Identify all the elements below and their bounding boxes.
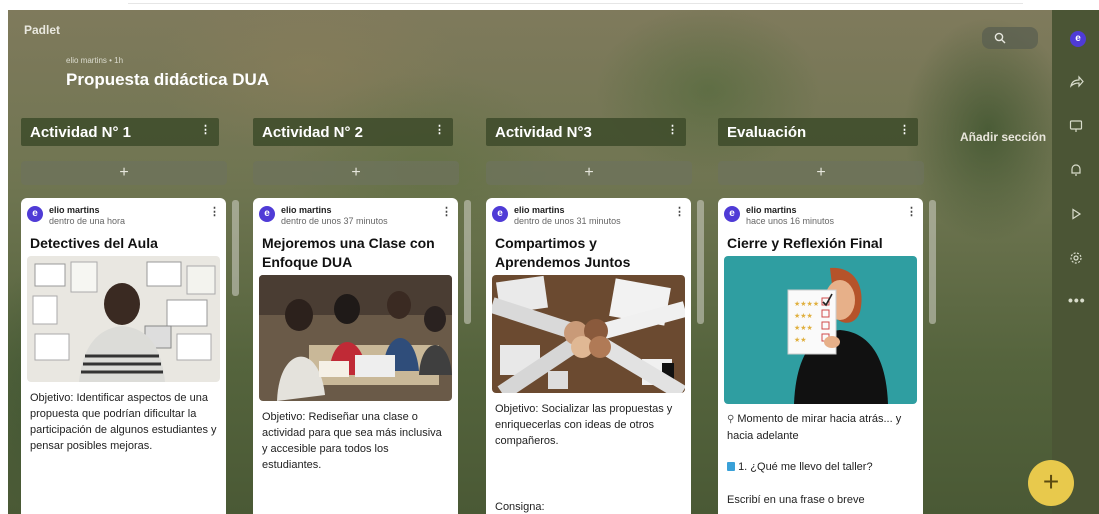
gear-icon[interactable]	[1068, 250, 1084, 266]
add-post-fab[interactable]: +	[1028, 460, 1074, 506]
post-title: Mejoremos una Clase con Enfoque DUA	[262, 235, 435, 270]
post-author: elio martins	[746, 205, 797, 215]
divider	[128, 3, 1023, 4]
column-title: Actividad N°3	[495, 124, 592, 141]
svg-text:★★★★: ★★★★	[794, 300, 819, 308]
column-scrollbar[interactable]	[464, 200, 471, 324]
column-title: Evaluación	[727, 124, 807, 141]
column-title: Actividad N° 1	[30, 124, 132, 141]
post-time: dentro de unos 31 minutos	[514, 216, 621, 226]
browser-top-strip	[0, 0, 1099, 8]
more-icon[interactable]: •••	[1068, 292, 1085, 308]
post-body-block: ⚲ Momento de mirar hacia atrás... y haci…	[727, 411, 915, 444]
post-author: elio martins	[514, 205, 565, 215]
post-time: dentro de una hora	[49, 216, 126, 226]
column-header-3[interactable]: Actividad N°3 ⋮	[486, 118, 686, 146]
add-post-button[interactable]: +	[486, 161, 692, 185]
book-icon	[727, 462, 735, 471]
post-list-item: 1. ¿Qué me llevo del taller?	[727, 459, 915, 475]
add-post-button[interactable]: +	[21, 161, 227, 185]
post-author: elio martins	[281, 205, 332, 215]
post-extra-text: Consigna:	[495, 501, 545, 513]
svg-text:★★★: ★★★	[794, 312, 813, 320]
post-menu-icon[interactable]: ⋮	[441, 205, 452, 218]
avatar: e	[259, 206, 275, 222]
column-scrollbar[interactable]	[232, 200, 239, 296]
avatar: e	[724, 206, 740, 222]
column-header-1[interactable]: Actividad N° 1 ⋮	[21, 118, 219, 146]
padlet-logo[interactable]: Padlet	[24, 23, 60, 37]
add-post-button[interactable]: +	[718, 161, 924, 185]
post-image[interactable]	[27, 256, 220, 382]
post-time: dentro de unos 37 minutos	[281, 216, 388, 226]
column-menu-icon[interactable]: ⋮	[434, 123, 445, 136]
search-icon	[994, 32, 1006, 44]
bell-icon[interactable]	[1068, 162, 1084, 178]
add-post-button[interactable]: +	[253, 161, 459, 185]
post-title: Compartimos y Aprendemos Juntos	[495, 235, 631, 270]
post-card[interactable]: e elio martins dentro de unos 37 minutos…	[253, 198, 458, 514]
post-body: Momento de mirar hacia atrás... y hacia …	[727, 413, 902, 442]
post-menu-icon[interactable]: ⋮	[906, 205, 917, 218]
play-icon[interactable]	[1068, 206, 1084, 222]
column-scrollbar[interactable]	[697, 200, 704, 324]
post-image[interactable]	[259, 275, 452, 401]
plus-icon: +	[1042, 466, 1060, 497]
page-title: Propuesta didáctica DUA	[66, 70, 270, 89]
post-title: Detectives del Aula	[30, 235, 158, 251]
avatar: e	[492, 206, 508, 222]
post-card[interactable]: e elio martins dentro de una hora ⋮ Dete…	[21, 198, 226, 514]
column-menu-icon[interactable]: ⋮	[899, 123, 910, 136]
post-item-text: 1. ¿Qué me llevo del taller?	[738, 461, 873, 473]
column-menu-icon[interactable]: ⋮	[667, 123, 678, 136]
avatar: e	[27, 206, 43, 222]
column-scrollbar[interactable]	[929, 200, 936, 324]
slideshow-icon[interactable]	[1068, 118, 1084, 134]
post-menu-icon[interactable]: ⋮	[674, 205, 685, 218]
post-card[interactable]: e elio martins dentro de unos 31 minutos…	[486, 198, 691, 514]
column-menu-icon[interactable]: ⋮	[200, 123, 211, 136]
post-card[interactable]: e elio martins hace unos 16 minutos ⋮ Ci…	[718, 198, 923, 514]
post-extra-text: Escribí en una frase o breve	[727, 494, 865, 506]
user-avatar[interactable]: e	[1070, 31, 1086, 47]
post-author: elio martins	[49, 205, 100, 215]
board-author-line: elio martins • 1h	[66, 56, 124, 65]
search-button[interactable]	[982, 27, 1038, 49]
post-time: hace unos 16 minutos	[746, 216, 835, 226]
column-header-4[interactable]: Evaluación ⋮	[718, 118, 918, 146]
post-image[interactable]	[492, 275, 685, 393]
padlet-board: Padlet elio martins • 1h Propuesta didác…	[8, 10, 1052, 514]
share-icon[interactable]	[1068, 74, 1084, 90]
search-icon: ⚲	[727, 414, 735, 425]
svg-text:★★: ★★	[794, 336, 807, 344]
add-section-button[interactable]: Añadir sección	[960, 130, 1046, 144]
right-toolbar: e •••	[1052, 10, 1099, 514]
post-body: Objetivo: Rediseñar una clase o activida…	[262, 411, 442, 471]
post-body: Objetivo: Identificar aspectos de una pr…	[30, 392, 217, 452]
svg-text:★★★: ★★★	[794, 324, 813, 332]
column-header-2[interactable]: Actividad N° 2 ⋮	[253, 118, 453, 146]
post-image[interactable]: ★★★★ ★★★ ★★★ ★★	[724, 256, 917, 404]
post-menu-icon[interactable]: ⋮	[209, 205, 220, 218]
post-title: Cierre y Reflexión Final	[727, 235, 883, 251]
post-body: Objetivo: Socializar las propuestas y en…	[495, 403, 673, 447]
column-title: Actividad N° 2	[262, 124, 364, 141]
